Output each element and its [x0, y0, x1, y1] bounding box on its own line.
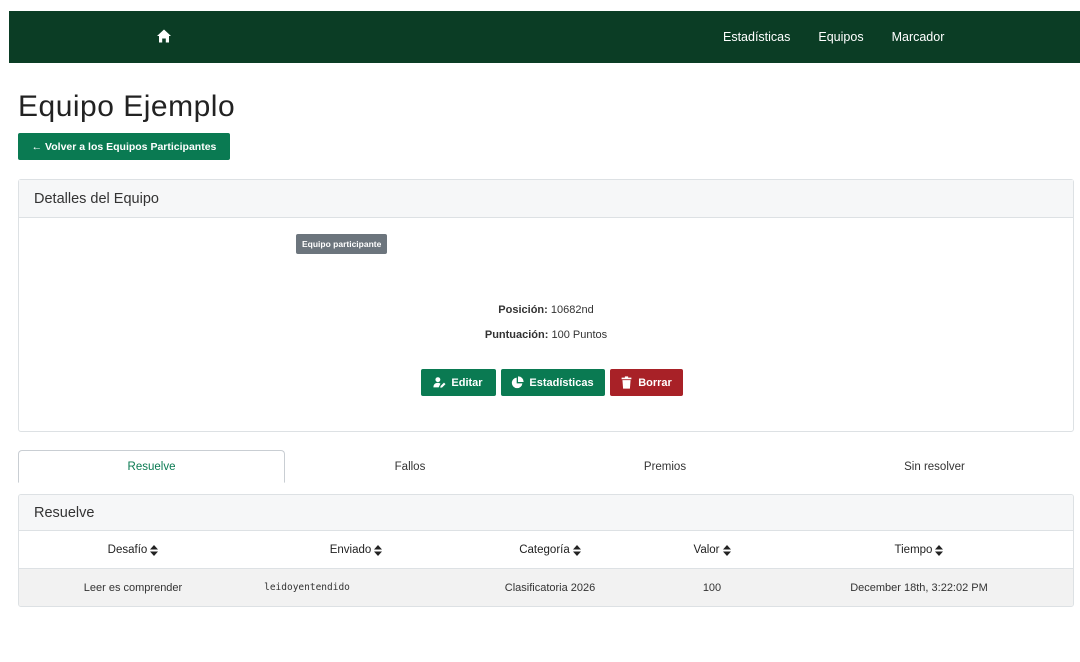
tab-sin-resolver[interactable]: Sin resolver — [795, 450, 1074, 483]
edit-button-label: Editar — [451, 376, 483, 389]
team-details-card: Detalles del Equipo Equipo participante … — [18, 179, 1074, 432]
cell-challenge[interactable]: Leer es comprender — [19, 569, 247, 606]
trash-icon — [621, 376, 632, 389]
top-navbar: Estadísticas Equipos Marcador — [9, 11, 1080, 63]
column-header-label: Enviado — [329, 544, 372, 556]
solves-table-header: Desafío Enviado Categoría Valor Tiempo — [19, 531, 1073, 569]
home-icon[interactable] — [156, 28, 172, 44]
score-label: Puntuación: — [484, 329, 549, 341]
team-score: Puntuación: 100 Puntos — [19, 329, 1073, 341]
column-header-label: Tiempo — [894, 544, 933, 556]
score-value: 100 Puntos — [551, 329, 608, 341]
column-header-enviado[interactable]: Enviado — [247, 531, 465, 569]
nav-link-estadisticas[interactable]: Estadísticas — [723, 30, 790, 44]
sort-icon — [374, 544, 383, 556]
sort-icon — [150, 544, 159, 556]
tab-premios[interactable]: Premios — [535, 450, 795, 483]
solves-header: Resuelve — [19, 495, 1073, 531]
page-title: Equipo Ejemplo — [18, 90, 236, 123]
nav-link-equipos[interactable]: Equipos — [818, 30, 863, 44]
column-header-tiempo[interactable]: Tiempo — [789, 531, 1049, 569]
cell-value: 100 — [702, 581, 722, 594]
table-row: Leer es comprender leidoyentendido Clasi… — [19, 569, 1073, 606]
solves-card: Resuelve Desafío Enviado Categoría Valor… — [18, 494, 1074, 607]
stats-button[interactable]: Estadísticas — [500, 369, 605, 396]
cell-time: December 18th, 3:22:02 PM — [850, 581, 988, 594]
nav-link-marcador[interactable]: Marcador — [892, 30, 945, 44]
team-actions: Editar Estadísticas Borrar — [19, 369, 1073, 396]
team-details-header: Detalles del Equipo — [19, 180, 1073, 218]
cell-category: Clasificatoria 2026 — [504, 581, 596, 594]
column-header-desafio[interactable]: Desafío — [19, 531, 247, 569]
status-badge: Equipo participante — [296, 234, 388, 254]
tab-resuelve[interactable]: Resuelve — [18, 450, 285, 483]
sort-icon — [722, 544, 731, 556]
team-tabs: Resuelve Fallos Premios Sin resolver — [18, 450, 1074, 483]
sort-icon — [572, 544, 581, 556]
tab-fallos[interactable]: Fallos — [285, 450, 535, 483]
pie-chart-icon — [512, 376, 524, 389]
edit-button[interactable]: Editar — [420, 369, 496, 396]
sort-icon — [935, 544, 944, 556]
column-header-valor[interactable]: Valor — [635, 531, 789, 569]
column-header-label: Desafío — [107, 544, 148, 556]
position-value: 10682nd — [550, 304, 594, 316]
column-header-categoria[interactable]: Categoría — [465, 531, 635, 569]
stats-button-label: Estadísticas — [529, 376, 594, 389]
column-header-label: Valor — [693, 544, 720, 556]
delete-button-label: Borrar — [638, 376, 672, 389]
user-edit-icon — [433, 377, 446, 388]
position-label: Posición: — [498, 304, 548, 316]
delete-button[interactable]: Borrar — [609, 369, 683, 396]
cell-submitted: leidoyentendido — [264, 582, 350, 593]
column-header-label: Categoría — [519, 544, 570, 556]
team-position: Posición: 10682nd — [19, 304, 1073, 316]
nav-links: Estadísticas Equipos Marcador — [723, 11, 972, 63]
back-to-teams-button[interactable]: ← Volver a los Equipos Participantes — [18, 133, 230, 160]
